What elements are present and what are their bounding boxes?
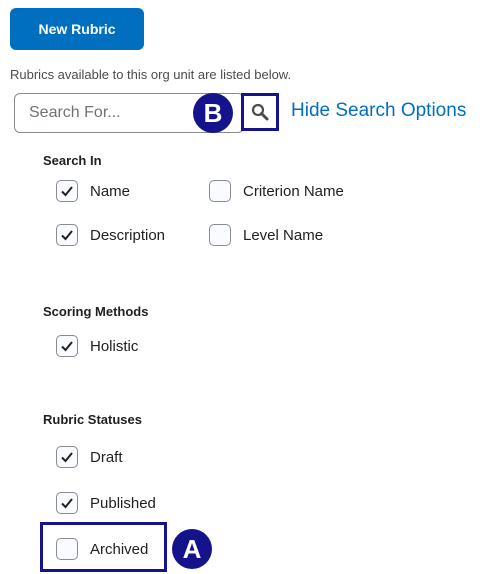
search-in-level-name-option[interactable]: Level Name — [209, 224, 323, 246]
hide-search-options-link[interactable]: Hide Search Options — [291, 100, 466, 122]
scoring-methods-label: Scoring Methods — [43, 304, 149, 319]
description-checkbox[interactable] — [56, 224, 78, 246]
archived-label: Archived — [90, 540, 149, 558]
scoring-holistic-option[interactable]: Holistic — [56, 335, 138, 357]
search-in-label: Search In — [43, 153, 102, 168]
checkmark-icon — [61, 186, 73, 197]
description-label: Description — [90, 226, 166, 244]
holistic-checkbox[interactable] — [56, 335, 78, 357]
callout-badge-a: A — [172, 529, 212, 569]
status-draft-option[interactable]: Draft — [56, 446, 123, 468]
name-checkbox[interactable] — [56, 180, 78, 202]
search-in-description-option[interactable]: Description — [56, 224, 165, 246]
new-rubric-button[interactable]: New Rubric — [10, 8, 144, 50]
checkmark-icon — [61, 230, 73, 241]
level-name-label: Level Name — [243, 226, 324, 244]
name-label: Name — [90, 182, 131, 200]
checkmark-icon — [61, 452, 73, 463]
draft-checkbox[interactable] — [56, 446, 78, 468]
search-icon — [251, 103, 269, 121]
status-archived-option[interactable]: Archived — [56, 538, 148, 560]
checkmark-icon — [61, 341, 73, 352]
level-name-checkbox[interactable] — [209, 224, 231, 246]
holistic-label: Holistic — [90, 337, 139, 355]
status-published-option[interactable]: Published — [56, 492, 156, 514]
intro-text: Rubrics available to this org unit are l… — [10, 67, 292, 82]
draft-label: Draft — [90, 448, 123, 466]
criterion-name-checkbox[interactable] — [209, 180, 231, 202]
criterion-name-label: Criterion Name — [243, 182, 344, 200]
callout-badge-b: B — [193, 93, 233, 133]
search-in-name-option[interactable]: Name — [56, 180, 130, 202]
checkmark-icon — [61, 498, 73, 509]
search-button[interactable] — [241, 93, 279, 131]
published-label: Published — [90, 494, 156, 512]
published-checkbox[interactable] — [56, 492, 78, 514]
rubric-statuses-label: Rubric Statuses — [43, 412, 142, 427]
archived-checkbox[interactable] — [56, 538, 78, 560]
search-in-criterion-name-option[interactable]: Criterion Name — [209, 180, 344, 202]
